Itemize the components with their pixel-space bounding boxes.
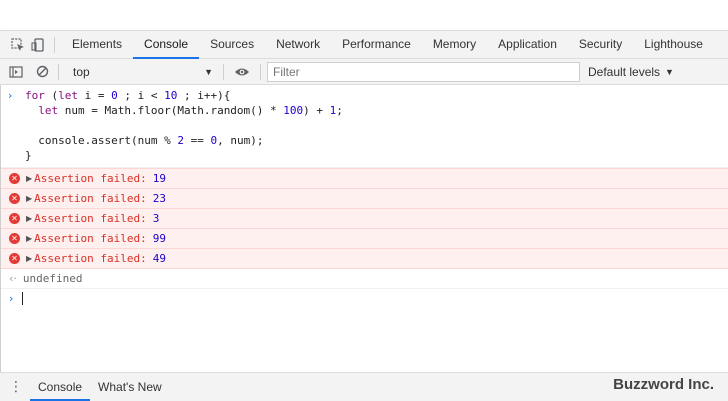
error-value: 99 xyxy=(152,232,166,245)
error-label: Assertion failed: xyxy=(34,192,147,205)
watermark: Buzzword Inc. xyxy=(613,376,714,393)
error-value: 49 xyxy=(152,252,166,265)
console-toolbar: top ▼ Default levels ▼ xyxy=(0,59,728,85)
expand-triangle-icon[interactable]: ▶ xyxy=(26,174,32,183)
tab-security[interactable]: Security xyxy=(568,31,633,58)
assertion-error-row[interactable]: ✕ ▶ Assertion failed: 49 xyxy=(1,249,728,269)
devtools-tabbar: Elements Console Sources Network Perform… xyxy=(0,31,728,59)
input-chevron-icon: › xyxy=(8,89,13,102)
tab-lighthouse[interactable]: Lighthouse xyxy=(633,31,714,58)
result-value: undefined xyxy=(22,272,83,285)
levels-caret-icon: ▼ xyxy=(665,66,674,77)
tab-console[interactable]: Console xyxy=(133,31,200,59)
text-caret xyxy=(22,292,24,305)
drawer-tab-whats-new[interactable]: What's New xyxy=(90,373,170,401)
sidebar-toggle-icon[interactable] xyxy=(6,62,26,82)
result-row: ‹· undefined xyxy=(1,269,728,289)
code-line: › for (let i = 0 ; i < 10 ; i++){ xyxy=(8,89,231,102)
window-top-area xyxy=(0,0,728,31)
result-arrow-icon: ‹· xyxy=(9,272,17,285)
context-value: top xyxy=(73,64,90,79)
assertion-error-row[interactable]: ✕ ▶ Assertion failed: 19 xyxy=(1,168,728,189)
error-label: Assertion failed: xyxy=(34,252,147,265)
clear-console-icon[interactable] xyxy=(32,62,52,82)
error-icon: ✕ xyxy=(9,173,20,184)
toolbar-separator-2 xyxy=(223,63,224,80)
prompt-chevron-icon: › xyxy=(9,292,14,305)
error-icon: ✕ xyxy=(9,233,20,244)
tab-performance[interactable]: Performance xyxy=(331,31,422,58)
expand-triangle-icon[interactable]: ▶ xyxy=(26,254,32,263)
error-value: 19 xyxy=(152,172,166,185)
code-line: console.assert(num % 2 == 0, num); xyxy=(25,134,264,147)
code-line: let num = Math.floor(Math.random() * 100… xyxy=(38,104,343,117)
error-icon: ✕ xyxy=(9,253,20,264)
expand-triangle-icon[interactable]: ▶ xyxy=(26,214,32,223)
assertion-error-row[interactable]: ✕ ▶ Assertion failed: 99 xyxy=(1,229,728,249)
tab-application[interactable]: Application xyxy=(487,31,568,58)
context-selector[interactable]: top ▼ xyxy=(65,62,217,82)
console-prompt[interactable]: › xyxy=(1,289,728,308)
filter-input[interactable] xyxy=(273,64,563,79)
expand-triangle-icon[interactable]: ▶ xyxy=(26,194,32,203)
toolbar-separator-3 xyxy=(260,63,261,80)
assertion-error-row[interactable]: ✕ ▶ Assertion failed: 3 xyxy=(1,209,728,229)
assertion-error-row[interactable]: ✕ ▶ Assertion failed: 23 xyxy=(1,189,728,209)
tab-sources[interactable]: Sources xyxy=(199,31,265,58)
error-value: 3 xyxy=(152,212,160,225)
error-label: Assertion failed: xyxy=(34,232,147,245)
filter-box[interactable] xyxy=(267,61,580,82)
drawer-tab-console[interactable]: Console xyxy=(30,373,91,401)
tab-network[interactable]: Network xyxy=(265,31,331,58)
tab-memory[interactable]: Memory xyxy=(422,31,487,58)
device-toggle-icon[interactable] xyxy=(28,35,48,55)
levels-label: Default levels xyxy=(588,64,661,79)
code-line: } xyxy=(25,149,32,162)
eye-icon[interactable] xyxy=(230,66,254,78)
toolbar-separator xyxy=(58,63,59,80)
console-input-entry: › for (let i = 0 ; i < 10 ; i++){ let num… xyxy=(1,85,728,168)
error-icon: ✕ xyxy=(9,213,20,224)
tabbar-separator xyxy=(54,36,55,53)
log-levels-dropdown[interactable]: Default levels ▼ xyxy=(588,65,674,79)
error-label: Assertion failed: xyxy=(34,212,147,225)
inspect-element-icon[interactable] xyxy=(8,35,28,55)
error-icon: ✕ xyxy=(9,193,20,204)
dropdown-caret-icon: ▼ xyxy=(204,66,213,77)
error-label: Assertion failed: xyxy=(34,172,147,185)
error-value: 23 xyxy=(152,192,166,205)
tab-elements[interactable]: Elements xyxy=(61,31,133,58)
expand-triangle-icon[interactable]: ▶ xyxy=(26,234,32,243)
console-output[interactable]: › for (let i = 0 ; i < 10 ; i++){ let num… xyxy=(1,85,728,370)
kebab-menu-icon[interactable]: ⋮ xyxy=(6,379,26,395)
